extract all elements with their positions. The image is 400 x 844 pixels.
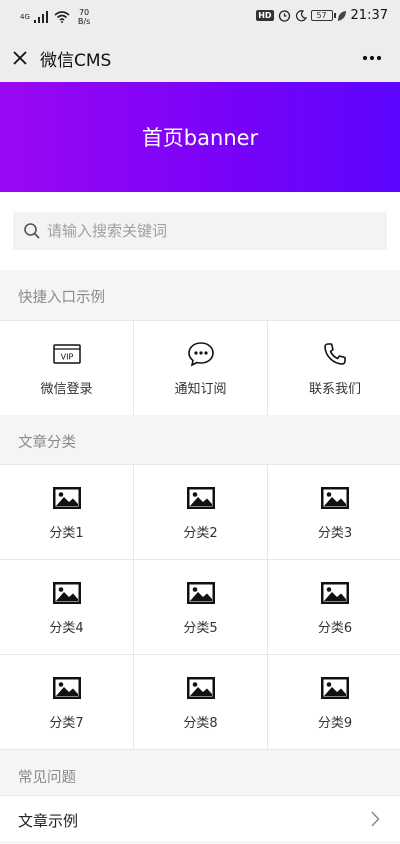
signal-icon — [33, 11, 48, 23]
vip-icon: VIP — [52, 340, 82, 368]
image-icon — [320, 579, 350, 607]
category-item[interactable]: 分类1 — [0, 465, 133, 559]
list-item-label: 文章示例 — [18, 812, 79, 830]
category-item[interactable]: 分类2 — [134, 465, 267, 559]
net-speed-unit: B/s — [77, 17, 91, 26]
quick-entry-label: 微信登录 — [40, 381, 93, 397]
banner-text: 首页banner — [141, 126, 259, 150]
image-icon — [186, 579, 216, 607]
status-bar: 4G 70 B/s HD 57 21:37 — [0, 0, 400, 34]
more-button[interactable] — [360, 46, 384, 70]
quick-entry-wechat-login[interactable]: VIP 微信登录 — [0, 321, 133, 415]
quick-entry-header: 快捷入口示例 — [0, 270, 400, 320]
clock-time: 21:37 — [350, 8, 388, 23]
category-label: 分类5 — [183, 620, 218, 636]
close-icon — [13, 51, 27, 65]
category-item[interactable]: 分类6 — [268, 560, 400, 654]
categories-header: 文章分类 — [0, 415, 400, 465]
category-item[interactable]: 分类3 — [268, 465, 400, 559]
chevron-right-icon — [371, 811, 380, 827]
image-icon — [186, 484, 216, 512]
image-icon — [52, 484, 82, 512]
search-box[interactable] — [13, 212, 387, 250]
image-icon — [52, 579, 82, 607]
category-label: 分类8 — [183, 715, 218, 731]
hd-badge: HD — [256, 10, 274, 21]
category-label: 分类6 — [317, 620, 353, 636]
category-item[interactable]: 分类8 — [134, 655, 267, 749]
category-label: 分类9 — [317, 715, 353, 731]
quick-entry-grid: VIP 微信登录 通知订阅 联系我们 — [0, 320, 400, 416]
status-left: 4G 70 B/s — [20, 8, 90, 26]
alarm-icon — [278, 10, 290, 22]
search-icon — [24, 223, 40, 239]
chat-bubble-icon — [186, 340, 216, 368]
nav-bar: 微信CMS — [0, 34, 400, 82]
status-right: HD 57 21:37 — [256, 8, 388, 23]
image-icon — [320, 484, 350, 512]
net-speed: 70 B/s — [78, 8, 90, 26]
image-icon — [186, 674, 216, 702]
quick-entry-label: 联系我们 — [308, 381, 361, 397]
category-label: 分类3 — [317, 525, 353, 541]
quick-entry-label: 通知订阅 — [174, 381, 227, 397]
category-label: 分类1 — [49, 525, 84, 541]
quick-entry-notification[interactable]: 通知订阅 — [134, 321, 267, 415]
leaf-icon — [337, 10, 346, 21]
vip-icon-text: VIP — [60, 352, 73, 361]
home-banner[interactable]: 首页banner — [0, 82, 400, 192]
moon-icon — [295, 9, 307, 21]
category-item[interactable]: 分类7 — [0, 655, 133, 749]
list-item[interactable]: 文章示例 — [0, 795, 400, 843]
section-title: 快捷入口示例 — [18, 290, 105, 306]
signal-type: 4G — [20, 13, 30, 21]
wifi-icon — [54, 11, 70, 23]
category-item[interactable]: 分类9 — [268, 655, 400, 749]
category-item[interactable]: 分类4 — [0, 560, 133, 654]
search-area — [0, 192, 400, 270]
category-label: 分类2 — [183, 525, 218, 541]
image-icon — [52, 674, 82, 702]
categories-grid: 分类1 分类2 分类3 分类4 分类5 分类6 分类7 分类8 分类9 — [0, 464, 400, 750]
quick-entry-contact[interactable]: 联系我们 — [268, 321, 400, 415]
close-button[interactable] — [0, 34, 40, 82]
faq-header: 常见问题 — [0, 750, 400, 795]
battery-icon: 57 — [310, 10, 336, 21]
more-dots-icon — [362, 55, 382, 61]
search-input[interactable] — [47, 222, 367, 240]
net-speed-value: 70 — [78, 8, 90, 17]
category-label: 分类7 — [49, 715, 84, 731]
image-icon — [320, 674, 350, 702]
category-item[interactable]: 分类5 — [134, 560, 267, 654]
section-title: 文章分类 — [18, 435, 76, 451]
section-title: 常见问题 — [18, 770, 76, 786]
category-label: 分类4 — [49, 620, 84, 636]
page-title: 微信CMS — [40, 50, 112, 71]
phone-icon — [320, 340, 350, 368]
